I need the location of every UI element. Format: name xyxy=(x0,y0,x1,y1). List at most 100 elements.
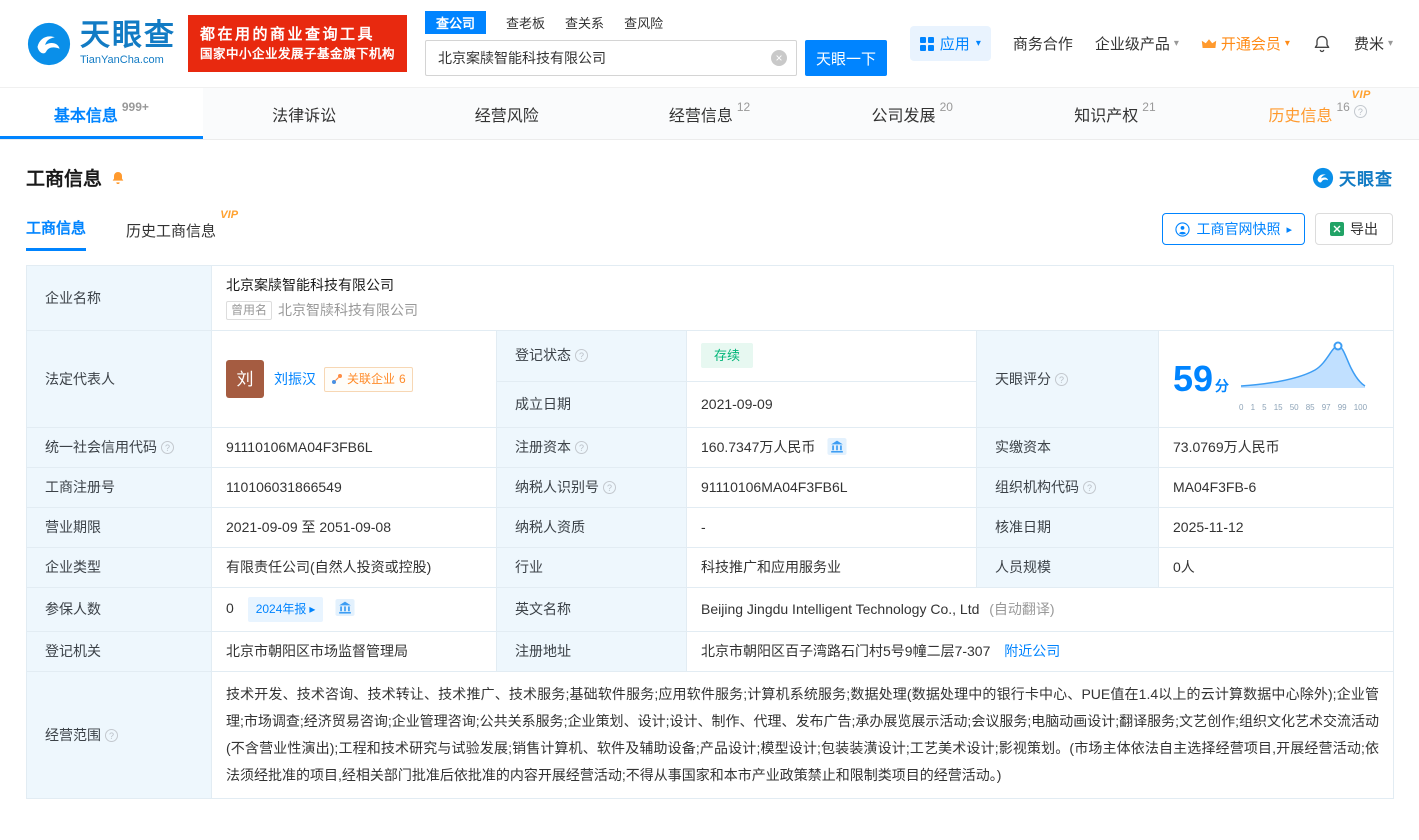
field-label-english-name: 英文名称 xyxy=(496,587,687,632)
help-icon[interactable]: ? xyxy=(1353,104,1367,118)
score-axis-labels: 015 15 50 85 97 99 100 xyxy=(1239,403,1368,412)
tab-intellectual-property[interactable]: 知识产权 21 xyxy=(1014,88,1217,139)
excel-icon xyxy=(1330,222,1344,236)
status-badge: 存续 xyxy=(701,343,754,369)
row-uscc: 统一社会信用代码? 91110106MA04F3FB6L 注册资本? 160.7… xyxy=(26,427,1394,468)
nav-business-cooperation[interactable]: 商务合作 xyxy=(1013,33,1073,54)
field-label-insured: 参保人数 xyxy=(26,587,212,632)
field-value-taxpayer-id: 91110106MA04F3FB6L xyxy=(686,467,977,508)
field-value-approval-date: 2025-11-12 xyxy=(1158,507,1394,548)
tab-legal-proceedings[interactable]: 法律诉讼 xyxy=(203,88,406,139)
company-section-tabs: 基本信息 999+ 法律诉讼 经营风险 经营信息 12 公司发展 20 知识产权 21 … xyxy=(0,88,1419,140)
field-value-paid-capital: 73.0769万人民币 xyxy=(1158,427,1394,468)
top-nav: 应用 ▾ 商务合作 企业级产品 ▾ 开通会员 ▾ 费米 ▾ xyxy=(909,26,1393,61)
chevron-down-icon: ▾ xyxy=(1173,38,1179,49)
arrow-right-icon: ▸ xyxy=(309,602,316,616)
related-companies-badge[interactable]: 关联企业 6 xyxy=(324,366,413,392)
tianyan-score: 59 分 xyxy=(1173,358,1230,399)
legal-rep-avatar[interactable]: 刘 xyxy=(226,360,264,398)
field-label-term: 营业期限 xyxy=(26,507,212,548)
search-tabs: 查公司 查老板 查关系 查风险 xyxy=(425,11,887,34)
tab-history-info[interactable]: VIP 历史信息 16 ? xyxy=(1216,88,1419,139)
snapshot-icon xyxy=(1175,221,1191,237)
annual-report-badge[interactable]: 2024年报 ▸ xyxy=(247,597,324,622)
main-content: 工商信息 天眼查 工商信息 历史工商信息 VIP 工商官网快照 ▸ 导出 企业名… xyxy=(0,140,1419,799)
search-input[interactable] xyxy=(425,40,798,76)
field-label-reg-status: 登记状态? xyxy=(496,330,687,382)
nearby-companies-link[interactable]: 附近公司 xyxy=(1004,643,1060,659)
export-button[interactable]: 导出 xyxy=(1315,213,1393,245)
field-value-insured: 0 2024年报 ▸ xyxy=(211,587,497,632)
field-label-taxpayer-id: 纳税人识别号? xyxy=(496,467,687,508)
tianyancha-logo[interactable]: 天眼查 TianYanCha.com xyxy=(26,21,176,67)
field-value-industry: 科技推广和应用服务业 xyxy=(686,547,977,588)
help-icon[interactable]: ? xyxy=(575,441,588,454)
nav-user-menu[interactable]: 费米 ▾ xyxy=(1354,33,1393,54)
brand-name: 天眼查 xyxy=(80,19,176,52)
help-icon[interactable]: ? xyxy=(161,441,174,454)
field-label-uscc: 统一社会信用代码? xyxy=(26,427,212,468)
field-label-approval-date: 核准日期 xyxy=(976,507,1159,548)
search-tab-boss[interactable]: 查老板 xyxy=(506,11,545,34)
field-label-address: 注册地址 xyxy=(496,631,687,672)
help-icon[interactable]: ? xyxy=(105,728,118,742)
search-tab-risk[interactable]: 查风险 xyxy=(624,11,663,34)
tab-operating-info[interactable]: 经营信息 12 xyxy=(608,88,811,139)
promo-line-1: 都在用的商业查询工具 xyxy=(200,25,376,43)
tab-operating-risk[interactable]: 经营风险 xyxy=(405,88,608,139)
logo-swirl-icon xyxy=(27,22,71,65)
field-label-established: 成立日期 xyxy=(496,380,687,429)
field-label-reg-capital: 注册资本? xyxy=(496,427,687,468)
brand-domain: TianYanCha.com xyxy=(80,54,164,66)
field-value-scope: 技术开发、技术咨询、技术转让、技术推广、技术服务;基础软件服务;应用软件服务;计… xyxy=(211,671,1394,799)
section-title: 工商信息 xyxy=(26,169,103,190)
field-value-company-type: 有限责任公司(自然人投资或控股) xyxy=(211,547,497,588)
watermark-logo: 天眼查 xyxy=(1312,165,1393,190)
row-term: 营业期限 2021-09-09 至 2051-09-08 纳税人资质 - 核准日… xyxy=(26,507,1394,548)
help-icon[interactable]: ? xyxy=(603,481,616,494)
field-label-org-code: 组织机构代码? xyxy=(976,467,1159,508)
tab-basic-info[interactable]: 基本信息 999+ xyxy=(0,88,203,139)
row-reg-no: 工商注册号 110106031866549 纳税人识别号? 91110106MA… xyxy=(26,467,1394,508)
nav-enterprise-products[interactable]: 企业级产品 ▾ xyxy=(1095,33,1179,54)
subtab-business-info[interactable]: 工商信息 xyxy=(26,217,87,251)
vip-badge: VIP xyxy=(1351,88,1371,101)
field-value-staff-size: 0人 xyxy=(1158,547,1394,588)
subtab-history-business-info[interactable]: 历史工商信息 VIP xyxy=(126,209,238,251)
site-header: 天眼查 TianYanCha.com 都在用的商业查询工具 国家中小企业发展子基… xyxy=(0,0,1419,88)
field-label-legal-rep: 法定代表人 xyxy=(26,330,212,428)
field-label-industry: 行业 xyxy=(496,547,687,588)
row-type: 企业类型 有限责任公司(自然人投资或控股) 行业 科技推广和应用服务业 人员规模… xyxy=(26,547,1394,588)
promo-banner: 都在用的商业查询工具 国家中小企业发展子基金旗下机构 xyxy=(188,14,408,73)
score-chart: 015 15 50 85 97 99 100 xyxy=(1239,340,1367,418)
nav-open-vip[interactable]: 开通会员 ▾ xyxy=(1201,33,1290,54)
registered-address: 北京市朝阳区百子湾路石门村5号9幢二层7-307 xyxy=(701,643,991,659)
clear-search-icon[interactable]: × xyxy=(771,50,788,66)
bank-icon[interactable] xyxy=(335,599,355,616)
relation-icon xyxy=(332,374,342,384)
legal-rep-link[interactable]: 刘振汉 xyxy=(274,369,316,390)
company-name: 北京案牍智能科技有限公司 xyxy=(226,277,394,293)
field-value-reg-no: 110106031866549 xyxy=(211,467,497,508)
search-button[interactable]: 天眼一下 xyxy=(805,40,888,76)
search-tab-relation[interactable]: 查关系 xyxy=(565,11,604,34)
subscribe-bell-icon[interactable] xyxy=(110,170,126,186)
bank-icon[interactable] xyxy=(827,438,847,455)
official-snapshot-button[interactable]: 工商官网快照 ▸ xyxy=(1162,213,1305,245)
tab-company-development[interactable]: 公司发展 20 xyxy=(811,88,1014,139)
field-label-company-type: 企业类型 xyxy=(26,547,212,588)
field-value-english-name: Beijing Jingdu Intelligent Technology Co… xyxy=(686,587,1394,632)
help-icon[interactable]: ? xyxy=(1083,481,1096,494)
field-label-staff-size: 人员规模 xyxy=(976,547,1159,588)
crown-icon xyxy=(1201,38,1217,48)
search-tab-company[interactable]: 查公司 xyxy=(425,11,487,34)
field-label-scope: 经营范围? xyxy=(26,671,212,799)
field-label-paid-capital: 实缴资本 xyxy=(976,427,1159,468)
help-icon[interactable]: ? xyxy=(1055,372,1068,386)
chevron-down-icon: ▾ xyxy=(1387,38,1393,49)
help-icon[interactable]: ? xyxy=(575,349,588,363)
notification-bell-icon[interactable] xyxy=(1312,34,1332,54)
row-registry: 登记机关 北京市朝阳区市场监督管理局 注册地址 北京市朝阳区百子湾路石门村5号9… xyxy=(26,631,1394,672)
apps-menu[interactable]: 应用 ▾ xyxy=(909,26,991,61)
row-business-scope: 经营范围? 技术开发、技术咨询、技术转让、技术推广、技术服务;基础软件服务;应用… xyxy=(26,671,1394,799)
